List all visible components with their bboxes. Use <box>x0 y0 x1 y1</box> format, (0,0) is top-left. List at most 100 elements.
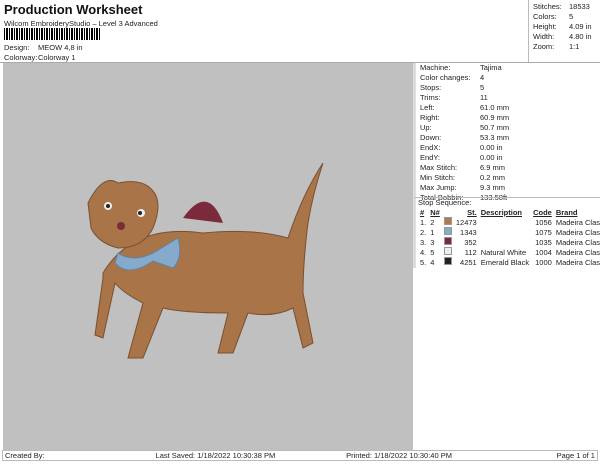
stop-sequence-table: # N# St. Description Code Brand 1. 2 12473… <box>418 208 600 267</box>
row-description: Natural White <box>480 247 527 257</box>
stop-sequence-title: Stop Sequence: <box>418 198 472 207</box>
swatch-icon <box>443 237 452 245</box>
row-stitches: 1343 <box>460 227 477 237</box>
row-index: 1. <box>420 217 427 227</box>
stop-sequence: Stop Sequence: # N# St. Description Code… <box>413 197 600 268</box>
info-row: Max Jump: 9.3 mm <box>416 183 600 193</box>
info-value: 0.00 in <box>480 143 503 152</box>
row-brand: Madeira Classic 40 <box>555 247 600 257</box>
machine-info: Machine: Tajima Color changes: 4 Stops: 5 Trim… <box>413 63 600 202</box>
info-value: 0.00 in <box>480 153 503 162</box>
info-value: 53.3 mm <box>480 133 510 142</box>
info-row: Color changes: 4 <box>416 73 600 83</box>
color-swatch <box>442 237 454 247</box>
summary-height: Height: 4.09 in <box>529 22 592 32</box>
info-row: Max Stitch: 6.9 mm <box>416 163 600 173</box>
info-value: 0.2 mm <box>480 173 506 182</box>
info-value: Tajima <box>480 63 502 72</box>
cat-embroidery-image <box>87 162 324 359</box>
software-name: Wilcom EmbroideryStudio – Level 3 Advanc… <box>4 19 158 28</box>
info-row: Stops: 5 <box>416 83 600 93</box>
row-description <box>479 217 531 227</box>
row-brand: Madeira Classic 40 <box>555 237 600 247</box>
col-stitches: St. <box>467 208 477 217</box>
info-value: 6.9 mm <box>480 163 506 172</box>
table-row: 2.1 1343 1075Madeira Classic 40 <box>418 227 600 237</box>
info-label: Max Stitch: <box>420 163 458 172</box>
summary-list: Stitches: 18533 Colors: 5 Height: 4.09 in W… <box>529 2 592 52</box>
row-brand: Madeira Classic 40 <box>555 217 600 227</box>
row-needle: 1 <box>430 227 435 237</box>
col-needle: N# <box>430 208 440 217</box>
table-row: 5.4 4251Emerald Black 1000Madeira Classic … <box>418 257 600 267</box>
design-label: Design: <box>4 43 30 52</box>
info-label: Machine: <box>420 63 451 72</box>
info-value: 61.0 mm <box>480 103 510 112</box>
color-swatch <box>442 247 454 257</box>
barcode <box>4 28 100 40</box>
label: Height: <box>533 22 557 31</box>
info-row: EndX: 0.00 in <box>416 143 600 153</box>
info-label: Right: <box>420 113 440 122</box>
created-by: Created By: <box>5 451 45 460</box>
swatch-icon <box>443 257 452 265</box>
row-code: 1035 <box>535 237 552 247</box>
footer: Created By: Last Saved: 1/18/2022 10:30:… <box>2 450 598 461</box>
info-value: 50.7 mm <box>480 123 510 132</box>
info-row: Min Stitch: 0.2 mm <box>416 173 600 183</box>
col-brand: Brand <box>555 208 578 217</box>
table-row: 1.2 12473 1056Madeira Classic 40 <box>418 217 600 227</box>
info-label: EndY: <box>420 153 441 162</box>
col-code: Code <box>533 208 552 217</box>
label: Width: <box>533 32 555 41</box>
row-stitches: 4251 <box>460 257 477 267</box>
design-value: MEOW 4,8 in <box>38 43 83 52</box>
info-label: Down: <box>420 133 442 142</box>
row-stitches: 112 <box>464 247 477 257</box>
value: 1:1 <box>569 42 580 51</box>
info-row: EndY: 0.00 in <box>416 153 600 163</box>
row-brand: Madeira Classic 40 <box>555 257 600 267</box>
row-needle: 2 <box>430 217 435 227</box>
printed-date: Printed: 1/18/2022 10:30:40 PM <box>346 451 452 460</box>
info-value: 5 <box>480 83 485 92</box>
info-row: Up: 50.7 mm <box>416 123 600 133</box>
table-header: # N# St. Description Code Brand <box>418 208 600 217</box>
row-code: 1004 <box>535 247 552 257</box>
row-stitches: 352 <box>464 237 477 247</box>
info-row: Right: 60.9 mm <box>416 113 600 123</box>
color-swatch <box>442 217 454 227</box>
info-label: Color changes: <box>420 73 471 82</box>
label: Stitches: <box>533 2 562 11</box>
row-description: Emerald Black <box>480 257 530 267</box>
row-description <box>479 237 531 247</box>
table-row: 3.3 352 1035Madeira Classic 40 <box>418 237 600 247</box>
row-index: 4. <box>420 247 427 257</box>
design-preview <box>3 63 413 450</box>
label: Colors: <box>533 12 557 21</box>
colorway-value: Colorway 1 <box>38 53 76 62</box>
colorway-label: Colorway: <box>4 53 38 62</box>
page-title: Production Worksheet <box>4 2 143 17</box>
row-stitches: 12473 <box>455 217 477 227</box>
colorway-row: Colorway:Colorway 1 <box>4 53 76 62</box>
col-description: Description <box>480 208 522 217</box>
col-index: # <box>420 208 425 217</box>
color-swatch <box>442 257 454 267</box>
value: 4.80 in <box>569 32 592 41</box>
info-label: Max Jump: <box>420 183 457 192</box>
summary-width: Width: 4.80 in <box>529 32 592 42</box>
table-row: 4.5 112Natural White 1004Madeira Classic 4… <box>418 247 600 257</box>
info-value: 4 <box>480 73 485 82</box>
info-row: Left: 61.0 mm <box>416 103 600 113</box>
summary-colors: Colors: 5 <box>529 12 592 22</box>
value: 18533 <box>569 2 590 11</box>
info-label: Left: <box>420 103 435 112</box>
row-code: 1000 <box>535 257 552 267</box>
info-value: 11 <box>480 93 488 102</box>
swatch-icon <box>443 227 452 235</box>
last-saved: Last Saved: 1/18/2022 10:30:38 PM <box>155 451 276 460</box>
summary-zoom: Zoom: 1:1 <box>529 42 592 52</box>
row-description <box>479 227 531 237</box>
row-code: 1075 <box>535 227 552 237</box>
